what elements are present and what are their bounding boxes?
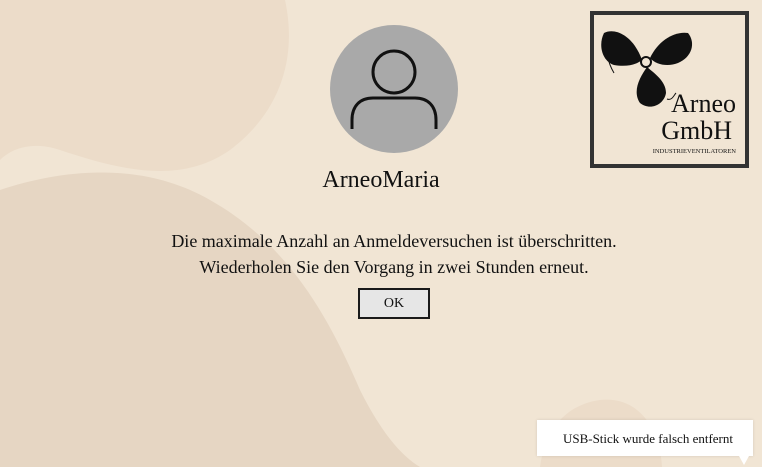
logo-suffix: GmbH — [661, 116, 732, 145]
notification-text: USB-Stick wurde falsch entfernt — [562, 431, 733, 446]
logo-name: Arneo — [671, 89, 736, 118]
notification-pointer — [739, 456, 749, 465]
user-avatar — [330, 25, 458, 153]
logo-tagline: INDUSTRIEVENTILATOREN — [653, 148, 737, 155]
usb-notification[interactable]: USB-Stick wurde falsch entfernt — [537, 420, 753, 465]
username: ArneoMaria — [322, 167, 440, 193]
error-message: Die maximale Anzahl an Anmeldeversuchen … — [0, 228, 762, 280]
error-message-line-2: Wiederholen Sie den Vorgang in zwei Stun… — [199, 257, 589, 277]
error-message-line-1: Die maximale Anzahl an Anmeldeversuchen … — [171, 231, 617, 251]
ok-button[interactable]: OK — [358, 288, 430, 319]
user-silhouette-icon — [350, 49, 438, 129]
company-logo: Arneo GmbH INDUSTRIEVENTILATOREN — [590, 11, 749, 168]
